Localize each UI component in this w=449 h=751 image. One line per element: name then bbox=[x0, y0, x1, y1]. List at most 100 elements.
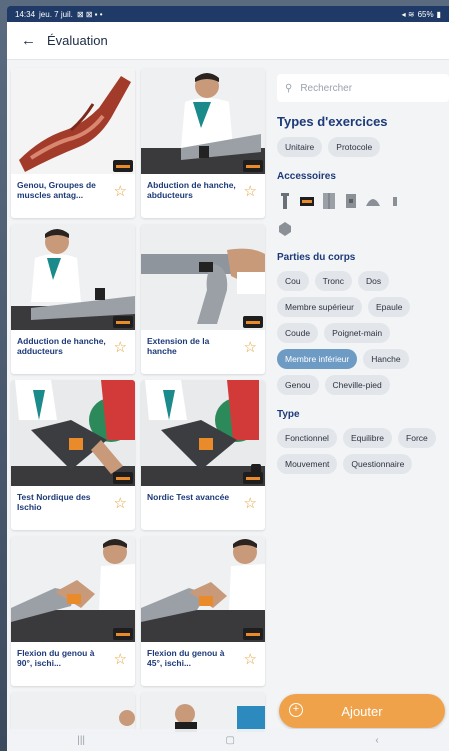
favorite-star-icon[interactable]: ☆ bbox=[244, 182, 257, 200]
exercise-title: Flexion du genou à 45°, ischi... bbox=[147, 648, 225, 668]
favorite-star-icon[interactable]: ☆ bbox=[114, 182, 127, 200]
search-icon: ⚲ bbox=[285, 82, 293, 94]
search-input[interactable]: ⚲ Rechercher bbox=[277, 74, 449, 102]
chip-dos[interactable]: Dos bbox=[358, 271, 390, 291]
chip-coude[interactable]: Coude bbox=[277, 323, 319, 343]
status-date: jeu. 7 juil. bbox=[39, 9, 73, 19]
exercise-card[interactable]: Test Nordique des Ischio ☆ bbox=[11, 380, 135, 530]
back-nav-icon[interactable]: ‹ bbox=[375, 735, 378, 746]
accessory-icons bbox=[277, 192, 449, 210]
page-title: Évaluation bbox=[47, 33, 108, 48]
status-time: 14:34 bbox=[15, 9, 36, 19]
exercise-image bbox=[11, 224, 135, 330]
exercise-title: Genou, Groupes de muscles antag... bbox=[17, 180, 96, 200]
parties-title: Parties du corps bbox=[277, 252, 356, 263]
chip-questionnaire[interactable]: Questionnaire bbox=[343, 454, 413, 474]
accessory-icons-row2 bbox=[277, 220, 449, 238]
notification-icons: ⊠ ⊠ ▪ • bbox=[76, 9, 103, 19]
accessory-badge-icon bbox=[113, 160, 133, 172]
box-icon[interactable] bbox=[343, 192, 359, 210]
exercise-card[interactable]: Flexion du genou à 45°, ischi... ☆ bbox=[141, 536, 265, 686]
types-title: Types d'exercices bbox=[277, 114, 388, 129]
exercise-card[interactable]: Adduction de hanche, adducteurs ☆ bbox=[11, 224, 135, 374]
chip-cheville-pied[interactable]: Cheville-pied bbox=[324, 375, 390, 395]
chip-membre-superieur[interactable]: Membre supérieur bbox=[277, 297, 362, 317]
exercise-image bbox=[141, 224, 265, 330]
plus-circle-icon: + bbox=[289, 703, 303, 717]
accessory-badge-icon bbox=[113, 628, 133, 640]
favorite-star-icon[interactable]: ☆ bbox=[244, 494, 257, 512]
chip-mouvement[interactable]: Mouvement bbox=[277, 454, 338, 474]
exercise-image bbox=[11, 68, 135, 174]
chip-tronc[interactable]: Tronc bbox=[314, 271, 353, 291]
add-button[interactable]: + Ajouter bbox=[279, 694, 445, 728]
exercise-card[interactable]: Flexion du genou à 90°, ischi... ☆ bbox=[11, 536, 135, 686]
sensor-icon[interactable] bbox=[299, 192, 315, 210]
accessoires-title: Accessoires bbox=[277, 171, 336, 182]
chip-hanche[interactable]: Hanche bbox=[363, 349, 409, 369]
chip-poignet-main[interactable]: Poignet-main bbox=[324, 323, 391, 343]
accessory-badge-icon bbox=[113, 316, 133, 328]
search-placeholder: Rechercher bbox=[300, 82, 353, 94]
app-screen: 14:34 jeu. 7 juil. ⊠ ⊠ ▪ • ◂ ≋ 65% ▮ ← É… bbox=[7, 6, 449, 751]
main-content: Genou, Groupes de muscles antag... ☆ Abd… bbox=[7, 60, 449, 751]
wifi-icon: ◂ ≋ bbox=[401, 9, 415, 19]
back-arrow-icon[interactable]: ← bbox=[21, 32, 47, 49]
favorite-star-icon[interactable]: ☆ bbox=[114, 650, 127, 668]
favorite-star-icon[interactable]: ☆ bbox=[244, 338, 257, 356]
resistance-band-icon[interactable] bbox=[277, 192, 293, 210]
exercise-card[interactable]: Genou, Groupes de muscles antag... ☆ bbox=[11, 68, 135, 218]
battery-icon: ▮ bbox=[436, 9, 441, 19]
app-bar: ← Évaluation bbox=[7, 22, 449, 60]
exercise-title: Extension de la hanche bbox=[147, 336, 210, 356]
exercise-card[interactable]: Extension de la hanche ☆ bbox=[141, 224, 265, 374]
exercise-title: Flexion du genou à 90°, ischi... bbox=[17, 648, 95, 668]
exercise-image bbox=[141, 68, 265, 174]
exercise-title: Adduction de hanche, adducteurs bbox=[17, 336, 106, 356]
favorite-star-icon[interactable]: ☆ bbox=[114, 338, 127, 356]
status-bar: 14:34 jeu. 7 juil. ⊠ ⊠ ▪ • ◂ ≋ 65% ▮ bbox=[7, 6, 449, 22]
exercise-image bbox=[141, 380, 265, 486]
chip-unitaire[interactable]: Unitaire bbox=[277, 137, 323, 157]
types-chips: Unitaire Protocole bbox=[277, 137, 449, 157]
accessory-badge-icon bbox=[243, 472, 263, 484]
exercise-card[interactable]: Abduction de hanche, abducteurs ☆ bbox=[141, 68, 265, 218]
chip-protocole[interactable]: Protocole bbox=[328, 137, 381, 157]
accessory-badge-icon bbox=[243, 316, 263, 328]
device-frame: 14:34 jeu. 7 juil. ⊠ ⊠ ▪ • ◂ ≋ 65% ▮ ← É… bbox=[0, 0, 449, 751]
accessory-badge-icon bbox=[113, 472, 133, 484]
exercise-card[interactable]: Nordic Test avancée ☆ bbox=[141, 380, 265, 530]
chip-fonctionnel[interactable]: Fonctionnel bbox=[277, 428, 337, 448]
chip-force[interactable]: Force bbox=[398, 428, 436, 448]
chip-equilibre[interactable]: Equilibre bbox=[342, 428, 393, 448]
parties-chips: Cou Tronc Dos Membre supérieur Epaule Co… bbox=[277, 271, 449, 395]
chip-membre-inferieur[interactable]: Membre inférieur bbox=[277, 349, 358, 369]
accessory-badge-icon bbox=[243, 160, 263, 172]
home-icon[interactable]: ▢ bbox=[226, 735, 235, 746]
type-title: Type bbox=[277, 409, 300, 420]
chip-cou[interactable]: Cou bbox=[277, 271, 309, 291]
exercise-card-partial[interactable] bbox=[141, 692, 265, 732]
favorite-star-icon[interactable]: ☆ bbox=[244, 650, 257, 668]
exercise-image bbox=[11, 536, 135, 642]
accessory-badge-icon bbox=[243, 628, 263, 640]
type-chips: Fonctionnel Equilibre Force Mouvement Qu… bbox=[277, 428, 449, 474]
chip-epaule[interactable]: Epaule bbox=[367, 297, 411, 317]
dome-icon[interactable] bbox=[365, 192, 381, 210]
exercise-card-partial[interactable] bbox=[11, 692, 135, 732]
add-button-label: Ajouter bbox=[341, 703, 383, 719]
recent-apps-icon[interactable]: ||| bbox=[77, 735, 85, 746]
filter-panel: ⚲ Rechercher Types d'exercices Unitaire … bbox=[277, 74, 449, 474]
ball-icon[interactable] bbox=[277, 220, 293, 238]
exercise-title: Abduction de hanche, abducteurs bbox=[147, 180, 236, 200]
chip-genou[interactable]: Genou bbox=[277, 375, 319, 395]
exercise-image bbox=[141, 536, 265, 642]
exercise-image bbox=[11, 380, 135, 486]
exercise-title: Nordic Test avancée bbox=[147, 492, 230, 502]
clip-icon[interactable] bbox=[387, 192, 403, 210]
exercise-title: Test Nordique des Ischio bbox=[17, 492, 91, 512]
favorite-star-icon[interactable]: ☆ bbox=[114, 494, 127, 512]
battery-level: 65% bbox=[417, 9, 434, 19]
plate-icon[interactable] bbox=[321, 192, 337, 210]
system-nav-bar: ||| ▢ ‹ bbox=[7, 729, 449, 751]
